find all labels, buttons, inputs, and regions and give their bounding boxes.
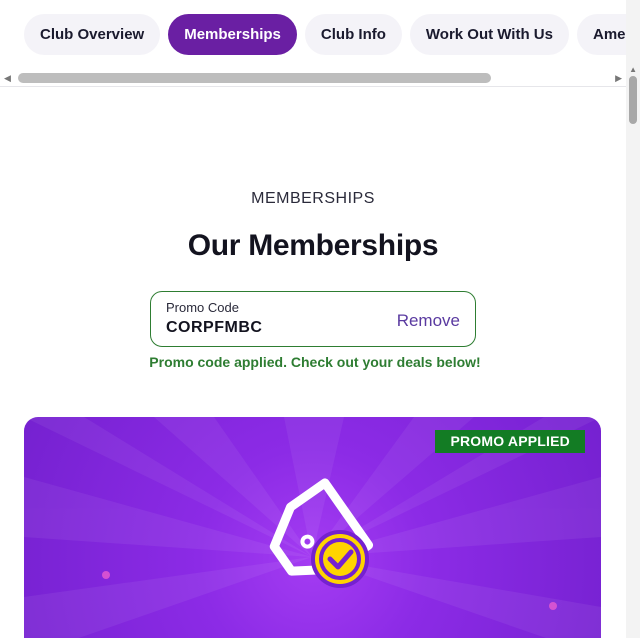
tabs-divider — [0, 86, 626, 87]
remove-promo-button[interactable]: Remove — [397, 311, 460, 331]
tab-work-out-with-us[interactable]: Work Out With Us — [409, 14, 569, 55]
tag-check-icon — [269, 478, 374, 588]
section-tabs: Club Overview Memberships Club Info Work… — [0, 0, 626, 72]
horizontal-scroll-thumb[interactable] — [18, 73, 491, 83]
tab-club-info[interactable]: Club Info — [304, 14, 402, 55]
scroll-right-arrow-icon[interactable]: ▶ — [615, 73, 622, 83]
tab-club-overview[interactable]: Club Overview — [24, 14, 161, 55]
promo-code-label: Promo Code — [166, 300, 239, 315]
section-eyebrow: MEMBERSHIPS — [251, 190, 375, 207]
page-title: Our Memberships — [187, 229, 439, 262]
promo-code-field[interactable]: Promo Code CORPFMBC Remove — [150, 291, 476, 347]
promo-banner: PROMO APPLIED — [24, 417, 601, 638]
promo-success-message: Promo code applied. Check out your deals… — [149, 354, 481, 370]
tab-amenities[interactable]: Amenit — [576, 14, 626, 55]
tab-memberships[interactable]: Memberships — [168, 14, 297, 55]
vertical-scroll-thumb[interactable] — [629, 76, 637, 124]
promo-code-value[interactable]: CORPFMBC — [166, 319, 262, 337]
page-vertical-scrollbar[interactable]: ▲ — [626, 0, 640, 638]
promo-applied-badge: PROMO APPLIED — [435, 430, 585, 453]
scroll-left-arrow-icon[interactable]: ◀ — [4, 73, 11, 83]
scroll-up-arrow-icon[interactable]: ▲ — [629, 66, 637, 74]
tabs-horizontal-scrollbar[interactable]: ◀ ▶ — [0, 70, 626, 86]
